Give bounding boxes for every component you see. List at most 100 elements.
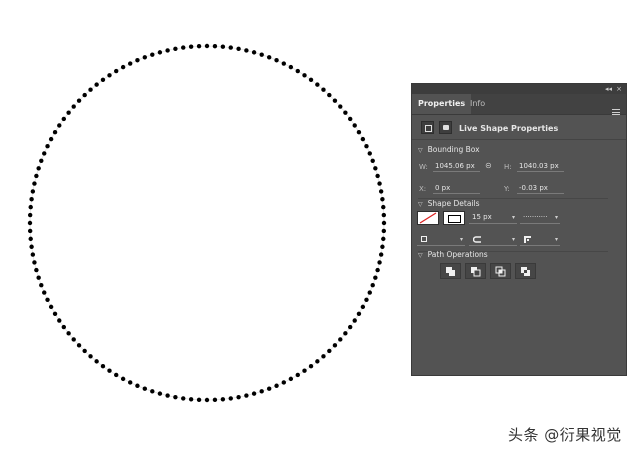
stroke-corners-icon	[524, 236, 531, 243]
stroke-dot	[48, 136, 54, 142]
y-label: Y:	[504, 185, 510, 193]
y-field[interactable]: -0.03 px	[517, 182, 564, 194]
link-dimensions-icon[interactable]: ⊝	[485, 161, 492, 170]
stroke-dot	[48, 304, 54, 310]
stroke-dot	[251, 50, 257, 55]
fill-color-swatch[interactable]	[417, 211, 439, 225]
height-field[interactable]: 1040.03 px	[517, 160, 564, 172]
stroke-align-icon	[421, 236, 427, 242]
stroke-dot	[165, 48, 170, 53]
x-field[interactable]: 0 px	[433, 182, 480, 194]
stroke-dot	[370, 158, 375, 164]
stroke-dot	[356, 311, 362, 316]
transform-icon[interactable]	[421, 121, 434, 134]
stroke-dot	[236, 394, 241, 400]
stroke-width-value: 15 px	[472, 213, 492, 221]
stroke-dot	[34, 267, 39, 273]
subtract-front-shape-button[interactable]	[465, 263, 486, 279]
stroke-dot	[266, 386, 272, 391]
width-label: W:	[419, 163, 428, 171]
stroke-dot	[274, 58, 279, 63]
stroke-dot	[332, 98, 338, 103]
x-label: X:	[419, 185, 427, 193]
exclude-overlapping-shapes-button[interactable]	[515, 263, 536, 279]
stroke-dot	[57, 123, 62, 128]
stroke-dot	[157, 50, 163, 55]
stroke-dot	[196, 43, 202, 49]
width-field[interactable]: 1045.06 px	[433, 160, 480, 172]
stroke-dot	[42, 290, 47, 295]
stroke-dot	[114, 68, 119, 74]
chevron-down-icon: ▽	[418, 147, 423, 154]
stroke-dot	[42, 151, 47, 156]
stroke-dot	[332, 343, 338, 348]
chevron-down-icon: ▾	[511, 214, 515, 221]
section-path-operations[interactable]: ▽ Path Operations	[418, 250, 488, 259]
stroke-dot	[295, 68, 300, 74]
stroke-dot	[61, 116, 66, 122]
stroke-dot	[360, 136, 366, 142]
stroke-dot	[76, 343, 82, 348]
live-shape-header: Live Shape Properties	[412, 117, 626, 140]
tab-info[interactable]: Info	[464, 94, 491, 114]
stroke-dot	[244, 393, 249, 398]
stroke-dot	[381, 204, 386, 210]
panel-menu-icon[interactable]	[612, 109, 620, 115]
section-shape-details[interactable]: ▽ Shape Details	[418, 199, 480, 208]
chevron-down-icon: ▽	[418, 201, 423, 208]
stroke-align-dropdown[interactable]: ▾	[417, 233, 465, 246]
intersect-shape-areas-button[interactable]	[490, 263, 511, 279]
stroke-dot	[204, 43, 210, 49]
stroke-dot	[281, 380, 286, 385]
close-panel-icon[interactable]: ×	[616, 84, 622, 94]
stroke-dot	[381, 212, 387, 218]
stroke-dot	[244, 48, 249, 53]
section-title: Bounding Box	[427, 145, 480, 154]
tab-properties[interactable]: Properties	[412, 94, 472, 114]
stroke-dot	[220, 397, 226, 402]
stroke-style-dropdown[interactable]: ··········· ▾	[520, 211, 560, 224]
stroke-dot	[135, 383, 140, 388]
stroke-dot	[173, 394, 178, 400]
stroke-dot	[321, 87, 326, 92]
stroke-corners-dropdown[interactable]: ▾	[520, 233, 560, 246]
stroke-dot	[212, 397, 218, 403]
stroke-dot	[52, 311, 58, 316]
stroke-dot	[360, 304, 366, 310]
stroke-dot	[228, 45, 233, 50]
stroke-caps-icon	[473, 236, 481, 243]
collapse-panel-icon[interactable]: ◂◂	[605, 84, 612, 94]
stroke-dot	[288, 376, 294, 382]
stroke-dot	[295, 372, 300, 378]
stroke-dot	[28, 236, 33, 242]
stroke-dot	[165, 393, 170, 398]
stroke-dot	[236, 46, 241, 52]
panel-tab-bar: Properties Info	[412, 94, 626, 115]
stroke-dot	[373, 275, 378, 280]
stroke-dot	[378, 189, 384, 194]
stroke-dot	[288, 64, 294, 70]
combine-shapes-button[interactable]	[440, 263, 461, 279]
stroke-dot	[52, 130, 58, 135]
stroke-dot	[36, 166, 41, 171]
stroke-caps-dropdown[interactable]: ▾	[469, 233, 517, 246]
stroke-dot	[381, 236, 386, 242]
stroke-dot	[27, 228, 33, 234]
stroke-dot	[61, 324, 66, 330]
live-shape-icon[interactable]	[439, 121, 452, 134]
stroke-color-swatch[interactable]	[443, 211, 465, 225]
stroke-dot	[302, 368, 307, 373]
chevron-down-icon: ▽	[418, 252, 423, 259]
exclude-overlapping-shapes-icon	[521, 267, 530, 276]
dotted-circle-path[interactable]	[27, 43, 387, 403]
stroke-dot	[142, 386, 148, 391]
stroke-dot	[343, 331, 348, 336]
stroke-dot	[39, 158, 44, 164]
stroke-dot	[315, 82, 320, 87]
stroke-style-value: ···········	[523, 213, 548, 221]
stroke-width-dropdown[interactable]: 15 px ▾	[469, 211, 517, 224]
section-bounding-box[interactable]: ▽ Bounding Box	[418, 145, 480, 154]
stroke-dot	[338, 104, 343, 109]
stroke-dot	[28, 204, 33, 210]
stroke-dot	[352, 123, 357, 128]
